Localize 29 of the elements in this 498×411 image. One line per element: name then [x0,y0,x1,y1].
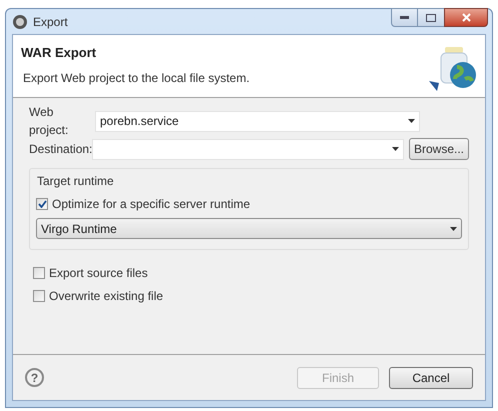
dialog-button[interactable]: Cancel [389,366,473,388]
checkbox-label: Optimize for a specific server runtime [52,196,250,213]
maximize-icon [426,14,436,22]
jar-globe-icon [427,45,479,93]
checkbox-label: Export source files [49,265,148,282]
window-title: Export [33,14,68,30]
page-title: WAR Export [21,44,98,62]
browse-button[interactable]: Browse... [408,138,469,160]
checkbox[interactable] [36,198,48,210]
group-title: Target runtime [36,173,115,190]
runtime-dropdown[interactable]: Virgo Runtime [36,218,462,239]
page-description: Export Web project to the local file system. [22,70,250,86]
caret-icon [392,147,399,151]
check-icon [38,200,46,208]
checkbox[interactable] [33,290,45,302]
close-button[interactable] [444,8,488,27]
minimize-button[interactable] [391,8,418,27]
close-icon [462,13,470,22]
field-label: Destination: [29,141,92,158]
field-label: Web project: [29,104,70,139]
caret-icon [408,119,415,123]
checkbox[interactable] [33,267,45,279]
combo-field[interactable]: porebn.service [95,110,420,132]
minimize-icon [400,16,409,19]
caret-icon [450,226,457,230]
maximize-button[interactable] [418,8,444,27]
combo-field[interactable] [92,138,404,160]
help-icon[interactable]: ? [25,368,44,387]
checkbox-label: Overwrite existing file [49,288,164,305]
